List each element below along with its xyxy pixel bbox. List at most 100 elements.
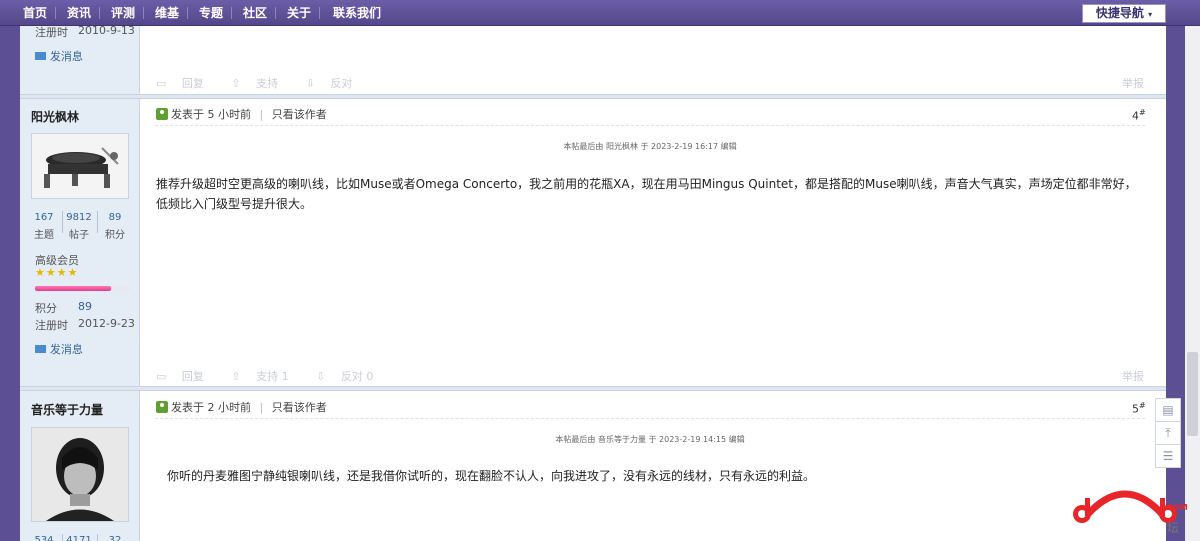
envelope-icon [35, 52, 46, 60]
stat-divider [97, 211, 98, 233]
stat-score-value[interactable]: 89 [102, 212, 128, 223]
edited-notice: 本帖最后由 音乐等于力量 于 2023-2-19 14:15 编辑 [555, 435, 745, 444]
author-name[interactable]: 音乐等于力量 [31, 401, 103, 418]
post-content: 你听的丹麦雅图宁静纯银喇叭线，还是我借你试听的，现在翻脸不认人，向我进攻了，没有… [167, 469, 816, 483]
arrow-up-icon: ⇧ [231, 77, 241, 90]
quick-nav-button[interactable]: 快捷导航 ▾ [1082, 4, 1166, 23]
speech-bubble-icon: ▭ [156, 77, 167, 90]
nav-home[interactable]: 首页 [23, 0, 47, 26]
nav-divider [275, 7, 276, 19]
nav-reviews[interactable]: 评测 [111, 0, 135, 26]
post-actions: ▭ 回复 ⇧ 支持 1 ⇩ 反对 0 [156, 368, 397, 383]
nav-divider [55, 7, 56, 19]
avatar[interactable] [31, 133, 129, 199]
comment-icon: ▤ [1162, 403, 1174, 417]
meta-separator: | [259, 108, 264, 121]
stat-score-value[interactable]: 32 [102, 535, 128, 541]
meta-divider [155, 125, 1145, 126]
support-button[interactable]: ⇧ 支持 [231, 77, 290, 90]
rank-stars-icon: ★★★★ [35, 266, 79, 279]
quick-nav-label: 快捷导航 [1095, 6, 1144, 20]
post-meta: 发表于 5 小时前 | 只看该作者 [156, 108, 327, 122]
meta-divider [155, 418, 1145, 419]
portrait-avatar-image [32, 428, 128, 521]
avatar[interactable] [31, 427, 129, 522]
stat-divider [62, 211, 63, 233]
post-meta: 发表于 2 小时前 | 只看该作者 [156, 401, 327, 415]
speech-bubble-icon: ▭ [156, 370, 167, 383]
nav-news[interactable]: 资讯 [67, 0, 91, 26]
post-time: 发表于 5 小时前 [171, 108, 251, 121]
send-message-label: 发消息 [49, 50, 83, 63]
arrow-down-icon: ⇩ [305, 77, 315, 90]
nav-topics[interactable]: 专题 [199, 0, 223, 26]
send-message-link[interactable]: 发消息 [35, 48, 83, 64]
scrollbar-track[interactable] [1185, 26, 1200, 541]
stat-posts-value[interactable]: 9812 [66, 212, 92, 223]
oppose-button[interactable]: ⇩ 反对 0 [316, 370, 385, 383]
back-to-list-button[interactable]: ☰ [1155, 444, 1181, 468]
nav-divider [99, 7, 100, 19]
nav-divider [187, 7, 188, 19]
reply-button[interactable]: ▭ 回复 [156, 77, 216, 90]
only-author-link[interactable]: 只看该作者 [272, 108, 327, 121]
post-time: 发表于 2 小时前 [171, 401, 251, 414]
nav-divider [319, 7, 320, 19]
chevron-down-icon: ▾ [1148, 10, 1153, 19]
arrow-up-icon: ⇧ [231, 370, 241, 383]
reply-button[interactable]: ▭ 回复 [156, 370, 216, 383]
nav-divider [143, 7, 144, 19]
register-label: 注册时 [35, 319, 68, 332]
stat-threads-value[interactable]: 534 [31, 535, 57, 541]
nav-wiki[interactable]: 维基 [155, 0, 179, 26]
support-button[interactable]: ⇧ 支持 1 [231, 370, 300, 383]
post-content: 推荐升级超时空更高级的喇叭线，比如Muse或者Omega Concerto，我之… [156, 177, 1137, 211]
nav-community[interactable]: 社区 [243, 0, 267, 26]
stat-threads-label: 主题 [34, 230, 54, 241]
only-author-link[interactable]: 只看该作者 [272, 401, 327, 414]
send-message-link[interactable]: 发消息 [35, 341, 83, 357]
arrow-top-icon: ⤒ [1165, 426, 1171, 440]
nav-about[interactable]: 关于 [287, 0, 311, 26]
meta-separator: | [259, 401, 264, 414]
stat-divider [62, 534, 63, 541]
stat-score-label: 积分 [105, 230, 125, 241]
level-progress-fill [35, 286, 111, 291]
register-label: 注册时 [35, 26, 68, 39]
stat-posts-value[interactable]: 4171 [66, 535, 92, 541]
register-date: 2010-9-13 [78, 24, 135, 37]
report-link[interactable]: 举报 [1122, 75, 1144, 91]
watermark-subtext: 坛 [1167, 521, 1180, 535]
scrollbar-thumb[interactable] [1187, 352, 1198, 436]
stat-threads-value[interactable]: 167 [31, 212, 57, 223]
floor-number[interactable]: 5# [1132, 401, 1146, 416]
content-frame [20, 26, 1166, 541]
nav-divider [231, 7, 232, 19]
register-date: 2012-9-23 [78, 317, 135, 330]
list-icon: ☰ [1162, 449, 1174, 463]
stat-posts-label: 帖子 [69, 230, 89, 241]
level-progress-bar [35, 286, 131, 291]
prev-post-actions: ▭ 回复 ⇧ 支持 ⇩ 反对 [156, 75, 376, 90]
post-divider [20, 386, 1166, 391]
online-status-icon [156, 401, 168, 413]
report-link[interactable]: 举报 [1122, 368, 1144, 384]
arrow-down-icon: ⇩ [316, 370, 326, 383]
floor-number[interactable]: 4# [1132, 108, 1146, 123]
top-nav: 首页 资讯 评测 维基 专题 社区 关于 联系我们 快捷导航 ▾ [0, 0, 1200, 26]
post-divider [20, 94, 1166, 99]
site-watermark-logo: .COM 坛 [1070, 480, 1188, 541]
watermark-text: .COM [1164, 503, 1188, 512]
author-name[interactable]: 阳光枫林 [31, 108, 79, 125]
score-value[interactable]: 89 [78, 300, 92, 313]
nav-contact[interactable]: 联系我们 [333, 0, 381, 26]
online-status-icon [156, 108, 168, 120]
score-label: 积分 [35, 302, 57, 315]
back-to-top-button[interactable]: ⤒ [1155, 421, 1181, 445]
quick-reply-button[interactable]: ▤ [1155, 398, 1181, 422]
edited-notice: 本帖最后由 阳光枫林 于 2023-2-19 16:17 编辑 [563, 142, 737, 151]
stat-divider [97, 534, 98, 541]
oppose-button[interactable]: ⇩ 反对 [306, 77, 365, 90]
send-message-label: 发消息 [49, 343, 83, 356]
turntable-avatar-image [32, 134, 128, 198]
